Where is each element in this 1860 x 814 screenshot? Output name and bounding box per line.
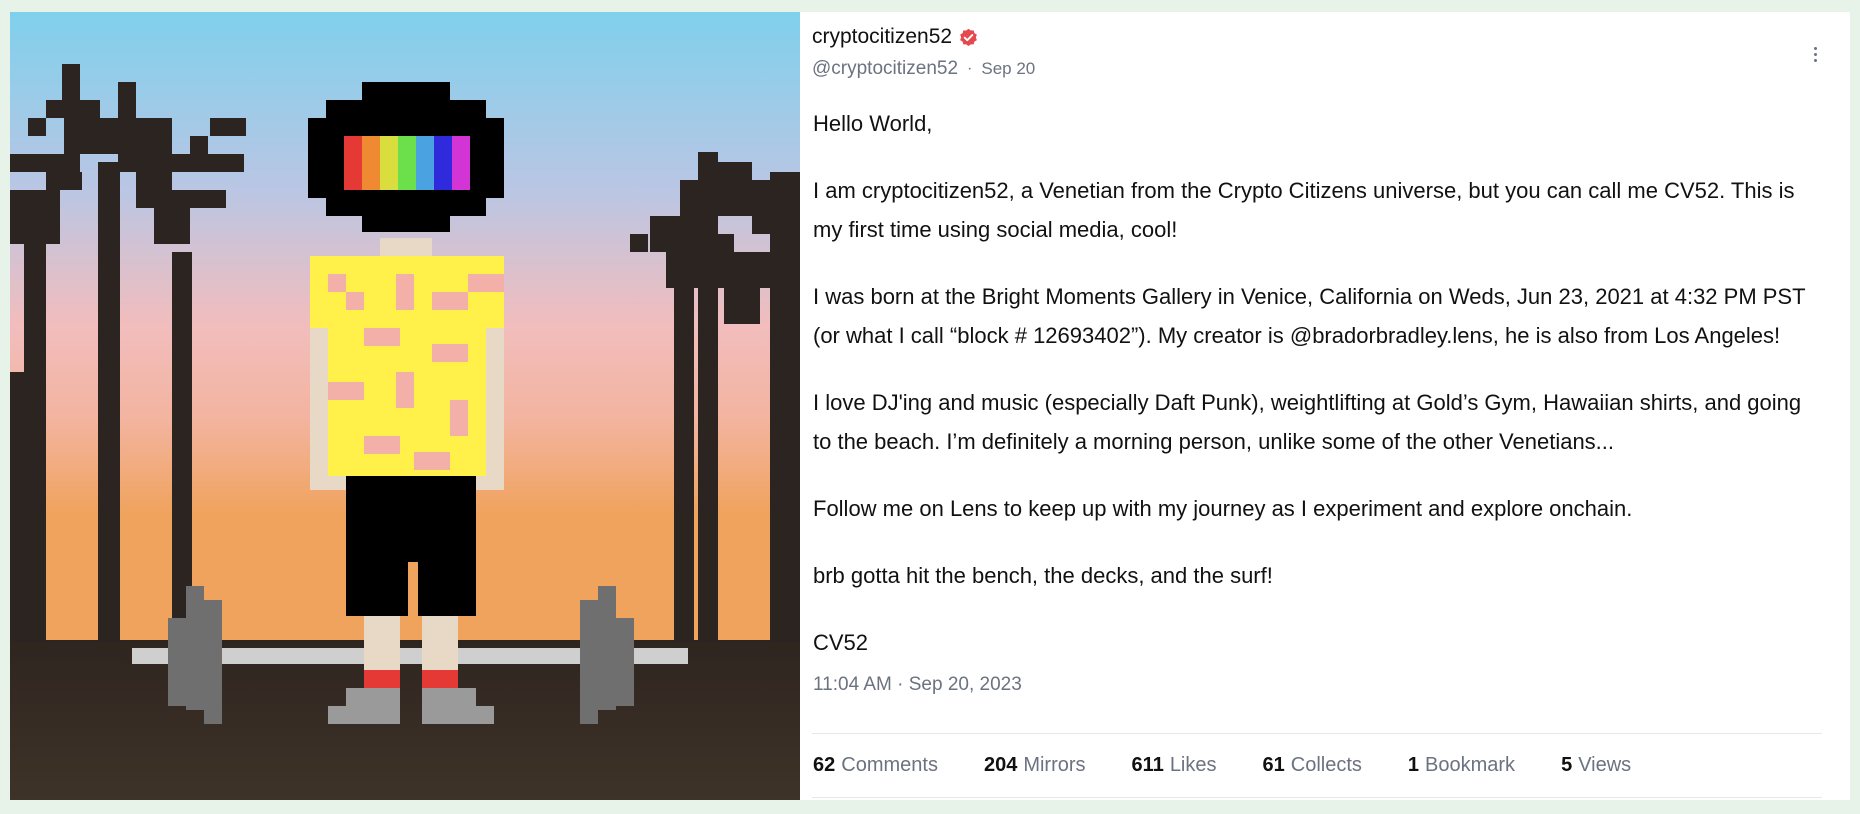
post-paragraph: CV52 xyxy=(813,630,869,655)
likes-stat[interactable]: 611 Likes xyxy=(1132,754,1217,777)
collects-stat[interactable]: 61 Collects xyxy=(1263,754,1362,777)
engagement-stats: 62 Comments 204 Mirrors 611 Likes 61 Collect… xyxy=(813,754,1677,777)
post-paragraph: Follow me on Lens to keep up with my jou… xyxy=(813,496,1633,521)
collects-count: 61 xyxy=(1262,754,1285,776)
comments-stat[interactable]: 62 Comments xyxy=(813,754,938,777)
author-display-name[interactable]: cryptocitizen52 xyxy=(812,25,952,49)
author-line: cryptocitizen52 xyxy=(812,22,1838,52)
more-options-icon[interactable] xyxy=(1806,40,1824,68)
post-paragraph: brb gotta hit the bench, the decks, and … xyxy=(813,563,1273,588)
mirrors-label: Mirrors xyxy=(1023,754,1086,776)
author-meta: @cryptocitizen52 · Sep 20 xyxy=(812,56,1838,82)
comments-count: 62 xyxy=(813,754,836,776)
bookmarks-count: 1 xyxy=(1407,754,1420,776)
mirrors-stat[interactable]: 204 Mirrors xyxy=(984,754,1086,777)
post-body: Hello World, I am cryptocitizen52, a Ven… xyxy=(812,104,1838,662)
post-card: cryptocitizen52 @cryptocitizen52 · Sep 2… xyxy=(10,12,1850,800)
views-label: Views xyxy=(1578,754,1632,776)
divider xyxy=(812,733,1822,734)
comments-label: Comments xyxy=(841,754,938,776)
views-stat[interactable]: 5 Views xyxy=(1561,754,1631,777)
likes-count: 611 xyxy=(1131,754,1164,776)
post-paragraph: I was born at the Bright Moments Gallery… xyxy=(813,284,1806,348)
post-image[interactable] xyxy=(10,12,800,800)
collects-label: Collects xyxy=(1290,754,1362,776)
post-date[interactable]: Sep 20 xyxy=(981,59,1035,79)
mirrors-count: 204 xyxy=(983,754,1018,776)
pixel-art-avatar-image xyxy=(10,12,800,800)
bookmarks-label: Bookmark xyxy=(1425,754,1516,776)
post-content: cryptocitizen52 @cryptocitizen52 · Sep 2… xyxy=(800,12,1850,800)
likes-label: Likes xyxy=(1169,754,1217,776)
post-paragraph: Hello World, xyxy=(813,111,933,136)
post-paragraph: I am cryptocitizen52, a Venetian from th… xyxy=(813,178,1795,242)
verified-badge-icon xyxy=(959,28,978,47)
meta-separator: · xyxy=(967,60,973,77)
views-count: 5 xyxy=(1561,754,1573,776)
author-handle[interactable]: @cryptocitizen52 xyxy=(812,58,958,80)
post-paragraph: I love DJ'ing and music (especially Daft… xyxy=(813,390,1802,454)
divider xyxy=(812,797,1822,798)
bookmarks-stat[interactable]: 1 Bookmark xyxy=(1408,754,1515,777)
post-timestamp: 11:04 AM · Sep 20, 2023 xyxy=(813,674,1022,695)
